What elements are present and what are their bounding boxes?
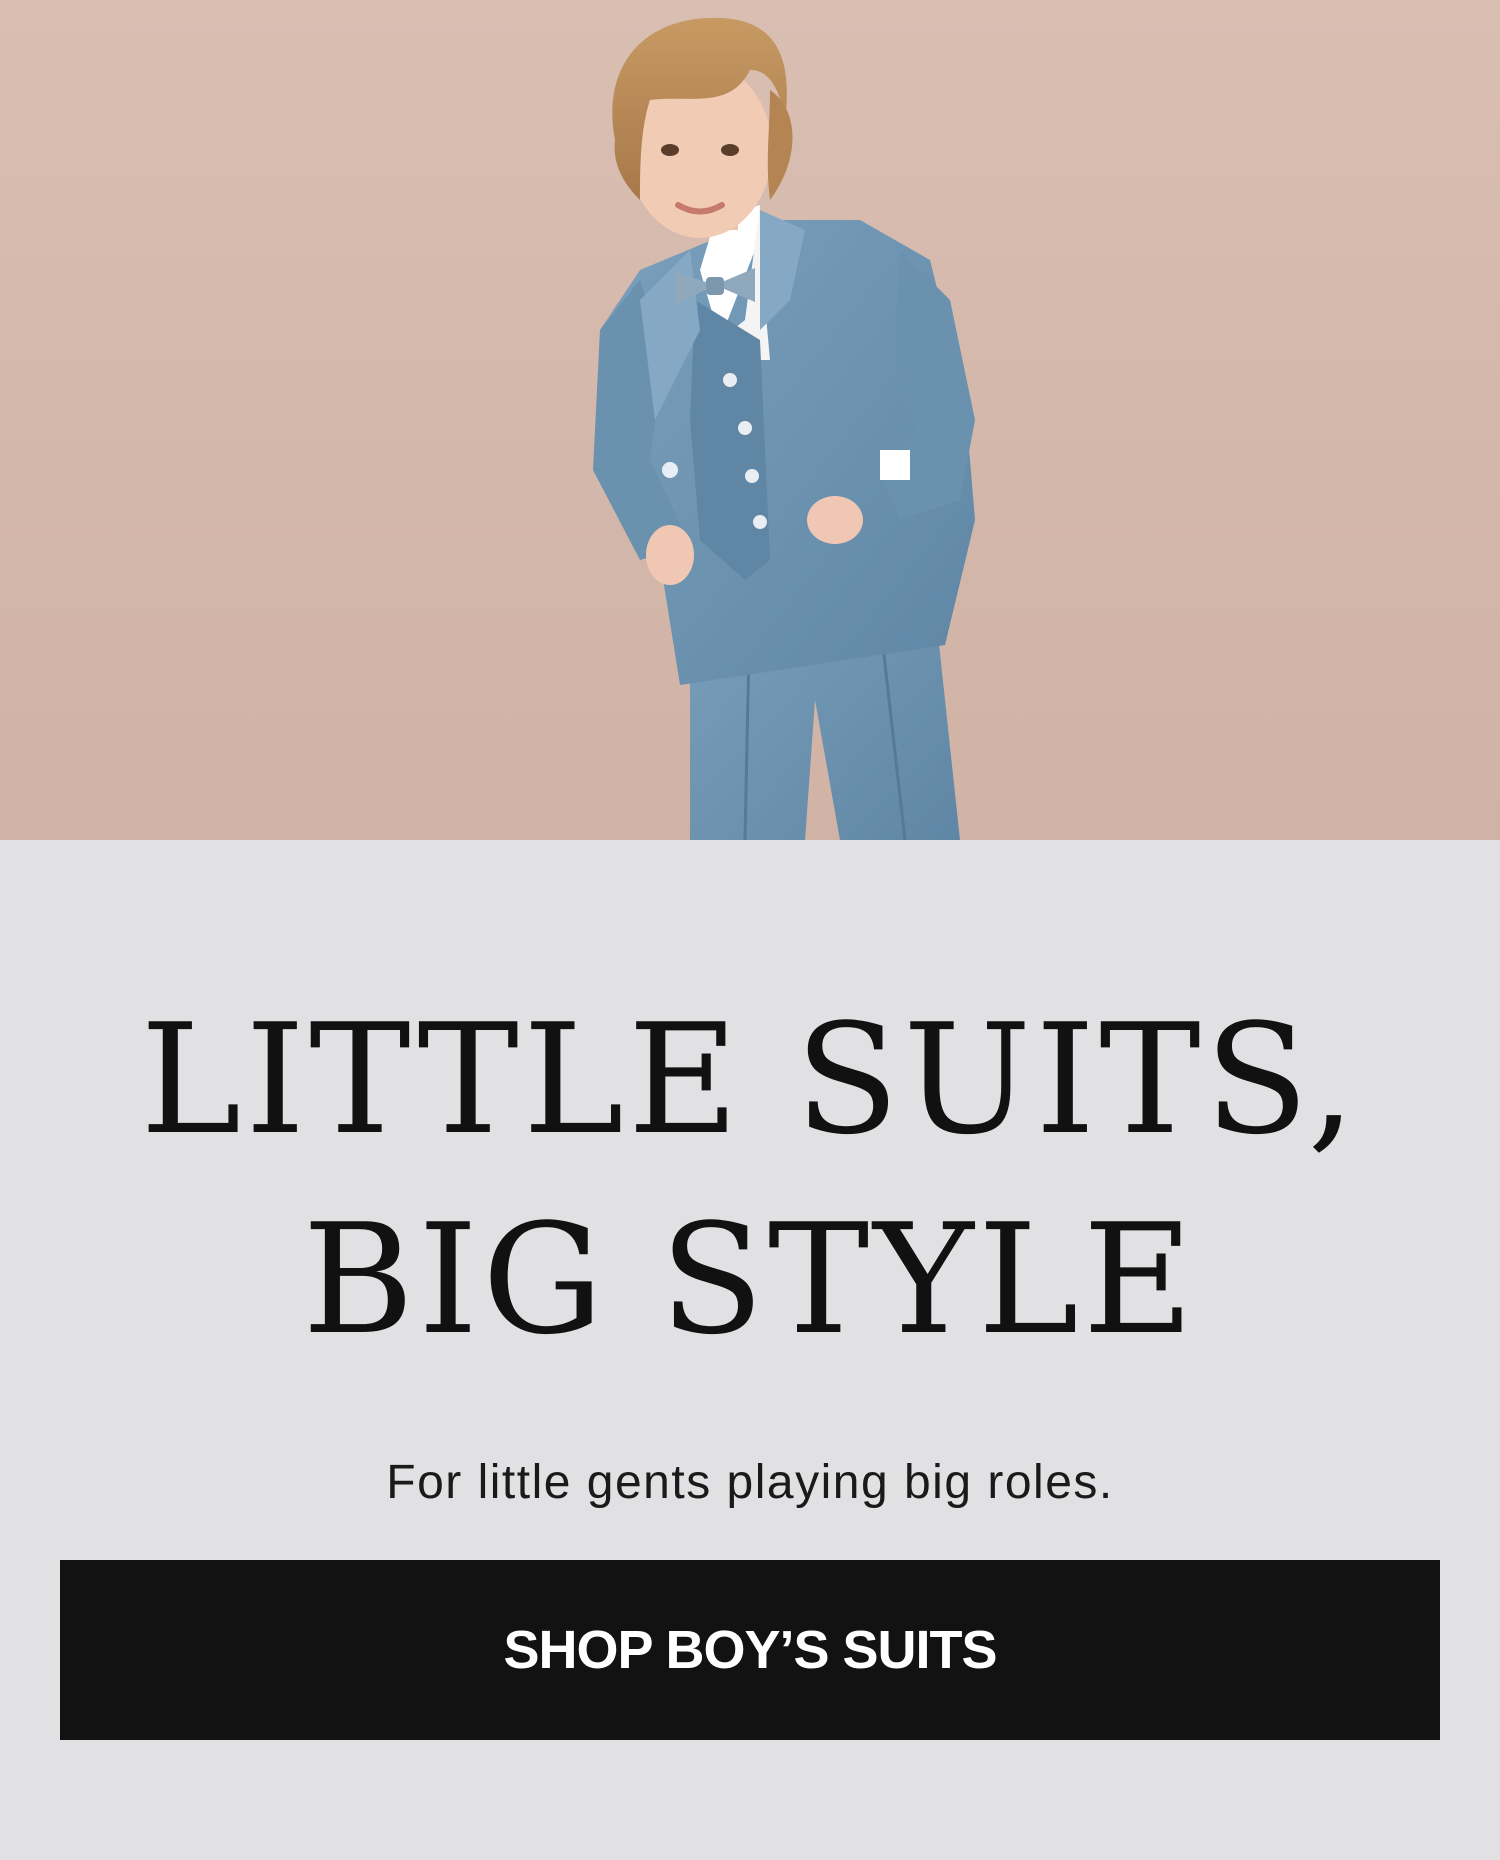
headline-line-1: LITTLE SUITS, bbox=[140, 991, 1360, 1168]
subheadline: For little gents playing big roles. bbox=[386, 1456, 1114, 1509]
boy-in-suit-illustration bbox=[593, 17, 975, 840]
promo-content: LITTLE SUITS, BIG STYLE For little gents… bbox=[0, 840, 1500, 1860]
shop-boys-suits-button[interactable]: SHOP BOY’S SUITS bbox=[60, 1560, 1440, 1740]
headline-line-2: BIG STYLE bbox=[302, 1191, 1198, 1368]
hero-image bbox=[0, 0, 1500, 840]
